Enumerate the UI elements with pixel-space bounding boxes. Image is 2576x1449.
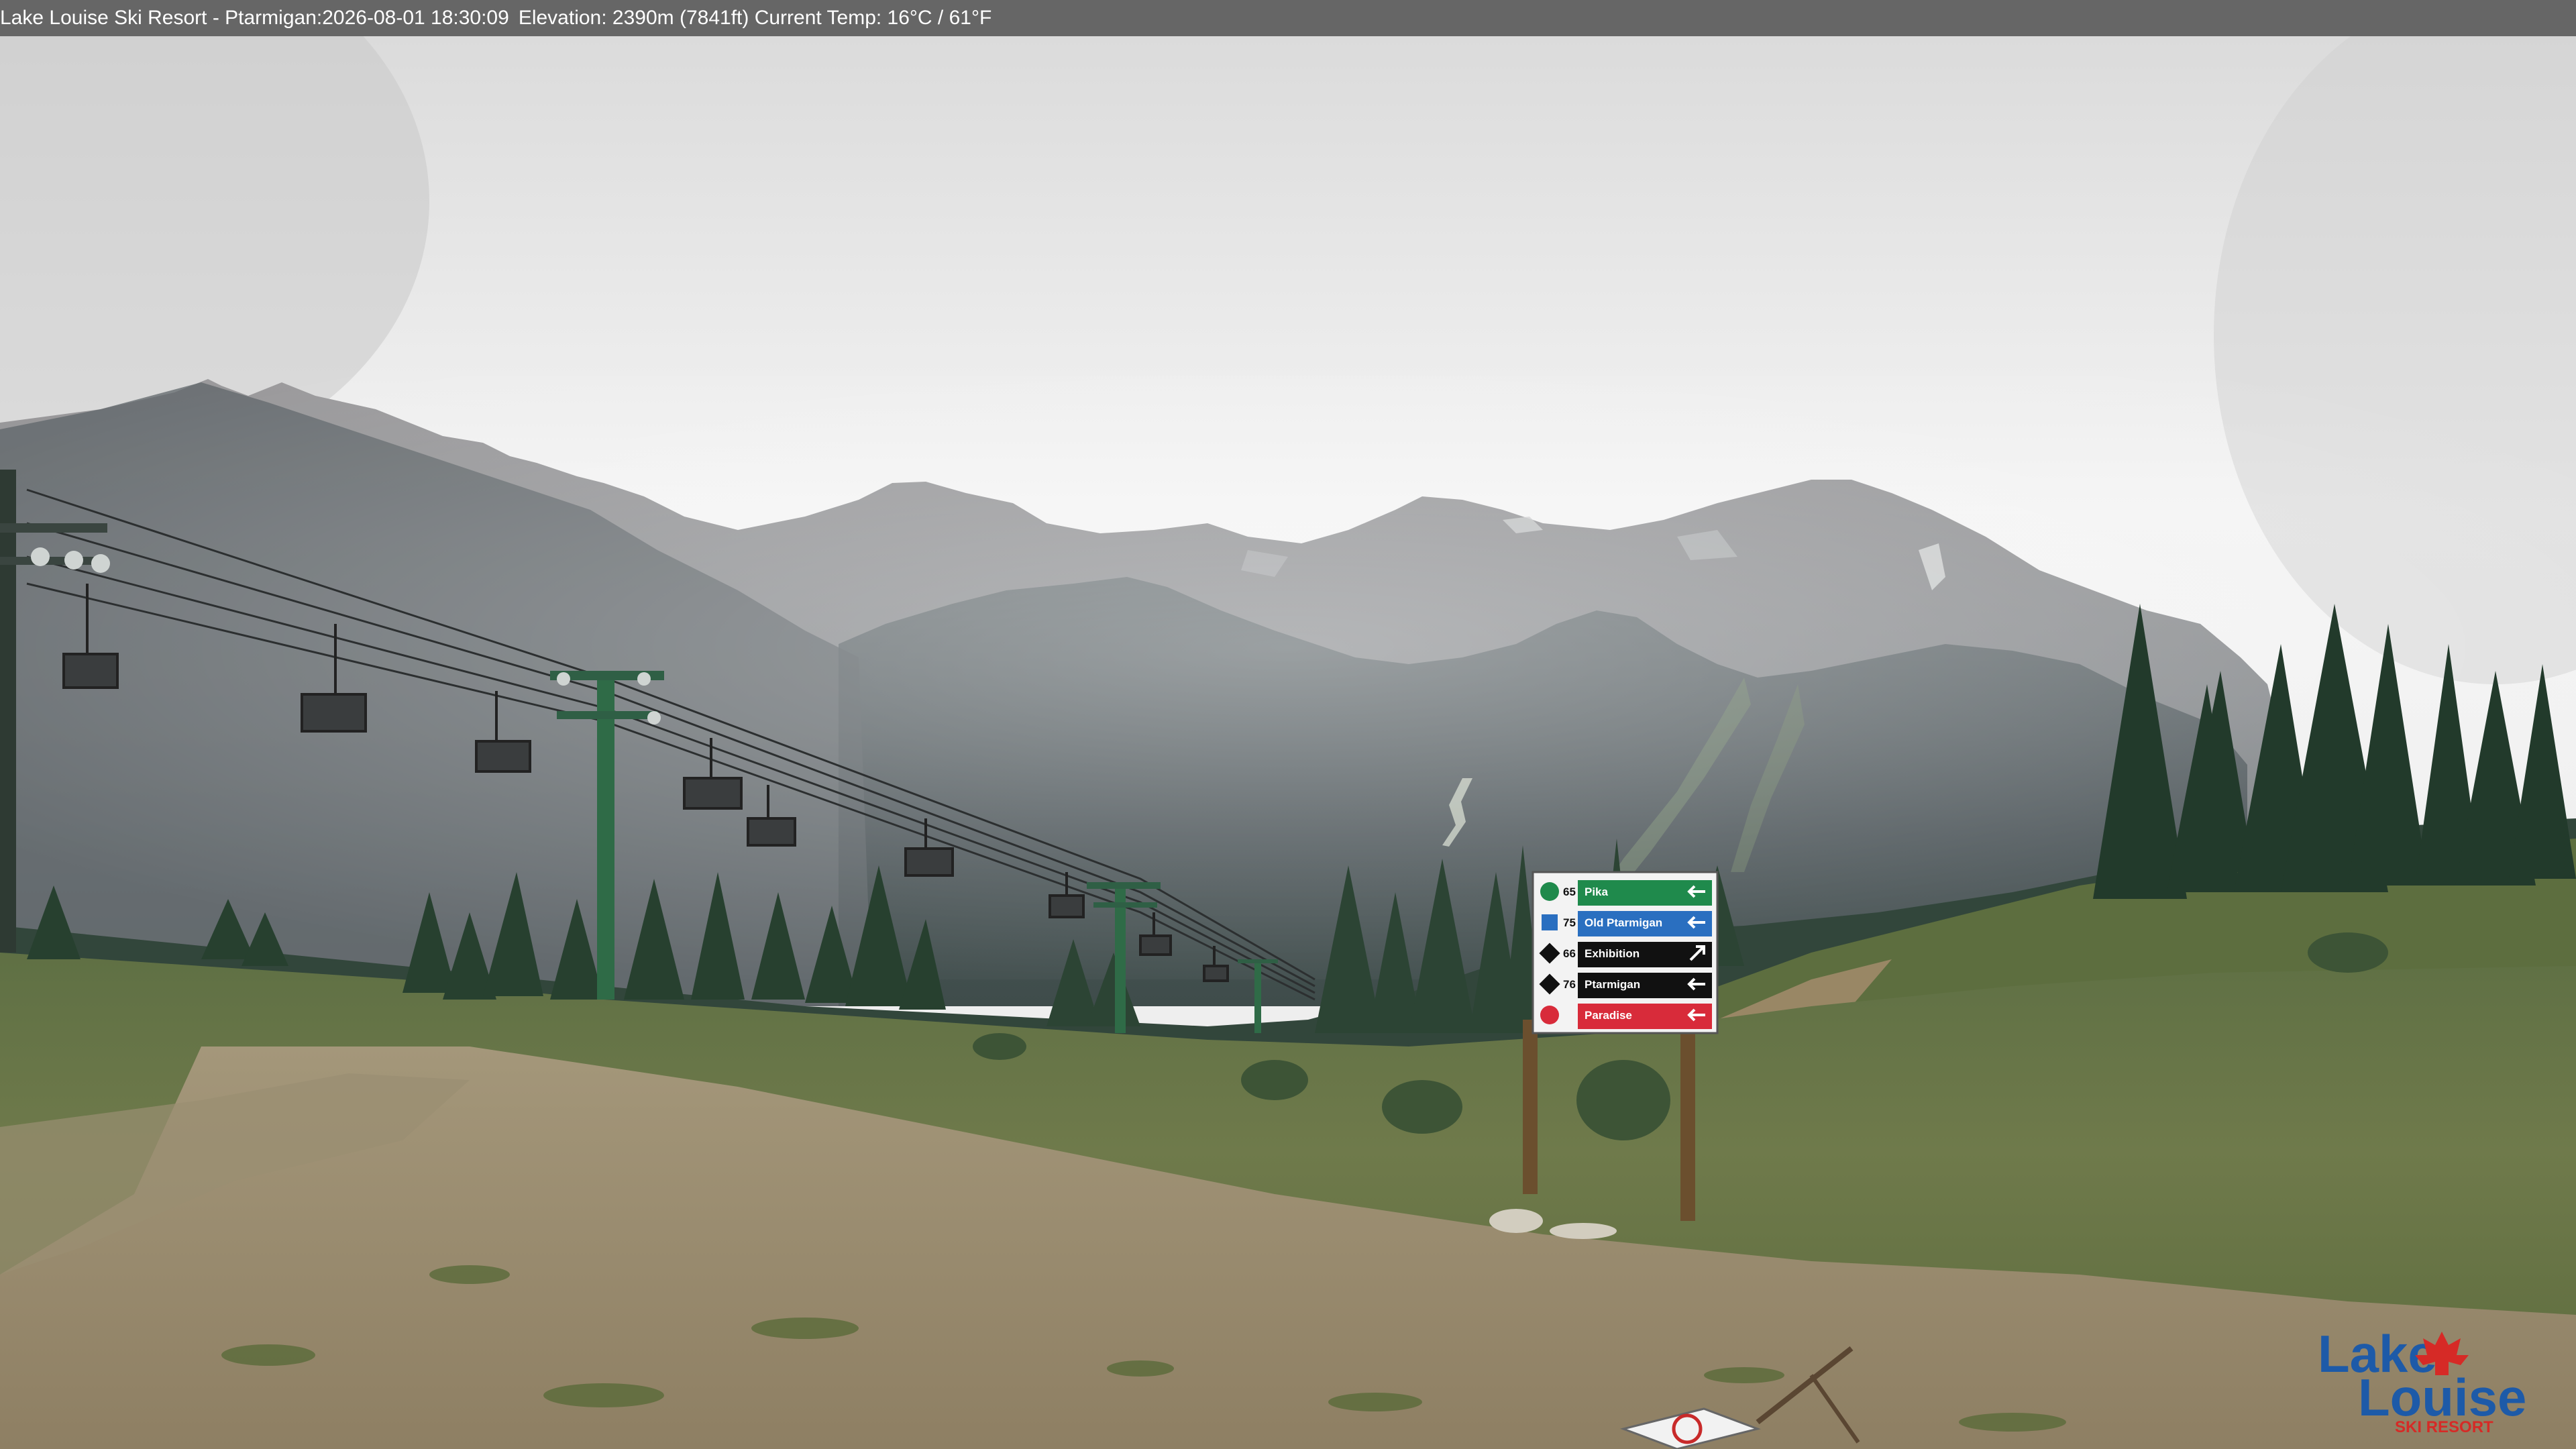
- webcam-info-bar: Lake Louise Ski Resort - Ptarmigan : 202…: [0, 0, 2576, 36]
- green-circle-icon: [1540, 882, 1559, 901]
- trail-number: 76: [1563, 978, 1576, 991]
- blue-square-icon: [1542, 914, 1558, 930]
- trail-name: Old Ptarmigan: [1585, 916, 1662, 929]
- trail-name: Paradise: [1585, 1009, 1632, 1022]
- elevation: Elevation: 2390m (7841ft): [518, 7, 749, 29]
- resort-name: Lake Louise Ski Resort - Ptarmigan: [0, 7, 317, 29]
- trail-name: Pika: [1585, 885, 1609, 898]
- logo-line-3: SKI RESORT: [2395, 1418, 2493, 1436]
- chairlift-icon: [1540, 1006, 1559, 1024]
- trail-number: 65: [1563, 885, 1576, 898]
- trail-name: Exhibition: [1585, 947, 1640, 960]
- timestamp: 2026-08-01 18:30:09: [322, 7, 509, 29]
- trail-number: 75: [1563, 916, 1576, 929]
- trail-number: 66: [1563, 947, 1576, 960]
- webcam-image: 65 Pika 75 Old Ptarmigan 66 Exhibition 76 Ptarm…: [0, 0, 2576, 1449]
- trail-name: Ptarmigan: [1585, 978, 1640, 991]
- current-temp: Current Temp: 16°C / 61°F: [754, 7, 992, 29]
